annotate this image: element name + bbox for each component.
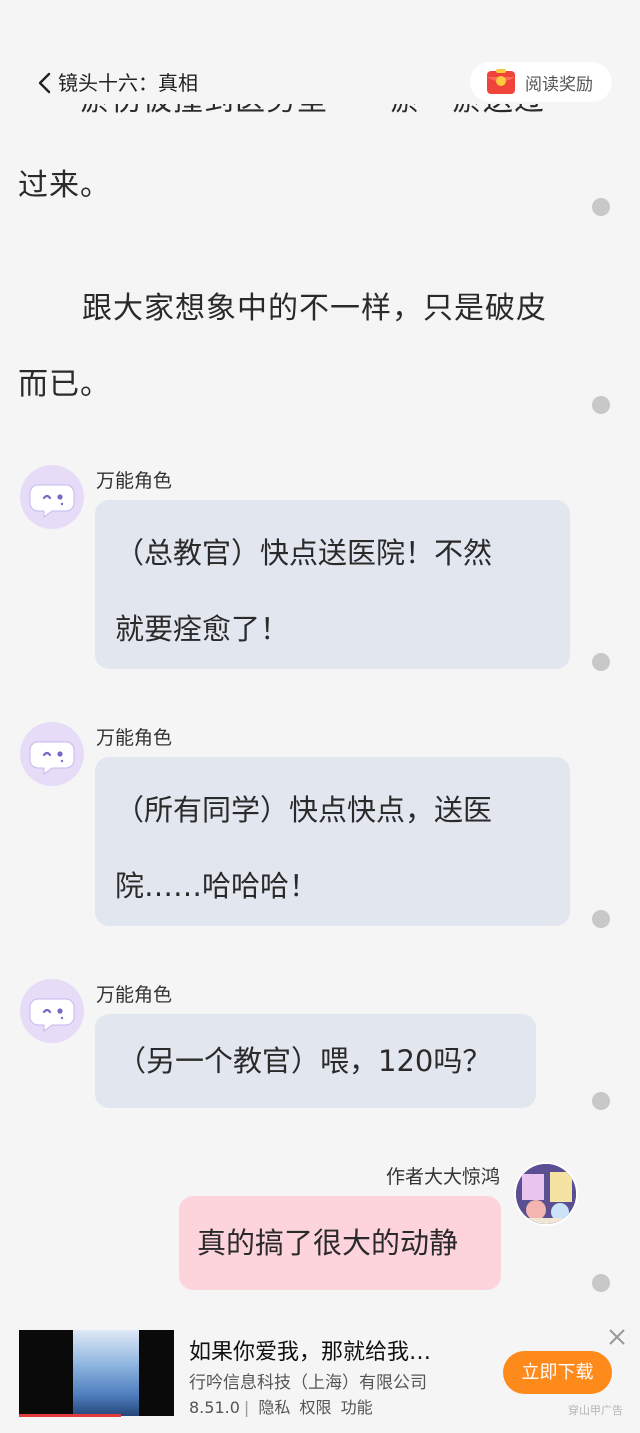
- ad-video-progress: [19, 1414, 121, 1417]
- message-text: （另一个教官）喂，120吗？: [117, 1044, 492, 1078]
- message-text: （所有同学）快点快点，送医: [115, 793, 493, 827]
- reading-reward-label: 阅读奖励: [525, 74, 593, 95]
- partial-text-line: 瘀伤被撞到医务室——瘀一瘀送过: [80, 104, 550, 118]
- speaker-name: 万能角色: [96, 984, 173, 1006]
- speaker-name: 万能角色: [96, 470, 173, 492]
- ad-version: 8.51.0: [189, 1398, 240, 1417]
- red-envelope-icon: [487, 69, 515, 94]
- chat-bubble-face-icon: [29, 741, 75, 775]
- ad-company: 行吟信息科技（上海）有限公司: [189, 1373, 427, 1393]
- story-paragraph-line: 跟大家想象中的不一样，只是破皮: [82, 291, 547, 326]
- author-avatar[interactable]: [514, 1162, 578, 1226]
- paragraph-comment-dot[interactable]: [592, 910, 610, 928]
- message-text: 院……哈哈哈！: [115, 869, 319, 903]
- message-text: 就要痊愈了！: [115, 612, 290, 646]
- chapter-title[interactable]: 镜头十六：真相: [58, 70, 198, 96]
- download-button[interactable]: 立即下载: [503, 1351, 612, 1394]
- ad-brand-label: 穿山甲广告: [568, 1404, 623, 1417]
- ad-title[interactable]: 如果你爱我，那就给我…: [189, 1334, 431, 1366]
- author-message-text: 真的搞了很大的动静: [197, 1226, 459, 1260]
- ad-thumbnail-image: [73, 1330, 139, 1416]
- message-bubble[interactable]: （另一个教官）喂，120吗？: [95, 1014, 536, 1108]
- chevron-left-icon[interactable]: [36, 72, 54, 94]
- author-name: 作者大大惊鸿: [385, 1166, 500, 1188]
- ad-banner[interactable]: 如果你爱我，那就给我… 行吟信息科技（上海）有限公司 8.51.0 | 隐私 权限…: [0, 1318, 640, 1433]
- ad-permissions-link[interactable]: 权限: [299, 1398, 331, 1417]
- chat-bubble-face-icon: [29, 484, 75, 518]
- story-paragraph-line: 而已。: [18, 367, 111, 402]
- author-message-bubble[interactable]: 真的搞了很大的动静: [179, 1196, 501, 1290]
- character-avatar[interactable]: [20, 722, 84, 786]
- ad-privacy-link[interactable]: 隐私: [258, 1398, 290, 1417]
- paragraph-comment-dot[interactable]: [592, 653, 610, 671]
- paragraph-comment-dot[interactable]: [592, 1274, 610, 1292]
- ad-video-thumbnail[interactable]: [19, 1330, 174, 1416]
- reading-reward-button[interactable]: 阅读奖励: [470, 62, 612, 102]
- speaker-name: 万能角色: [96, 727, 173, 749]
- ad-features-link[interactable]: 功能: [341, 1398, 373, 1417]
- message-bubble[interactable]: （总教官）快点送医院！不然 就要痊愈了！: [95, 500, 570, 669]
- ad-meta: 8.51.0 | 隐私 权限 功能: [189, 1398, 373, 1417]
- character-avatar[interactable]: [20, 465, 84, 529]
- message-text: （总教官）快点送医院！不然: [115, 536, 493, 570]
- paragraph-comment-dot[interactable]: [592, 396, 610, 414]
- story-paragraph-end: 过来。: [18, 168, 111, 203]
- paragraph-comment-dot[interactable]: [592, 198, 610, 216]
- message-bubble[interactable]: （所有同学）快点快点，送医 院……哈哈哈！: [95, 757, 570, 926]
- close-icon[interactable]: [606, 1326, 628, 1348]
- paragraph-comment-dot[interactable]: [592, 1092, 610, 1110]
- author-avatar-image: [516, 1164, 576, 1224]
- character-avatar[interactable]: [20, 979, 84, 1043]
- chat-bubble-face-icon: [29, 998, 75, 1032]
